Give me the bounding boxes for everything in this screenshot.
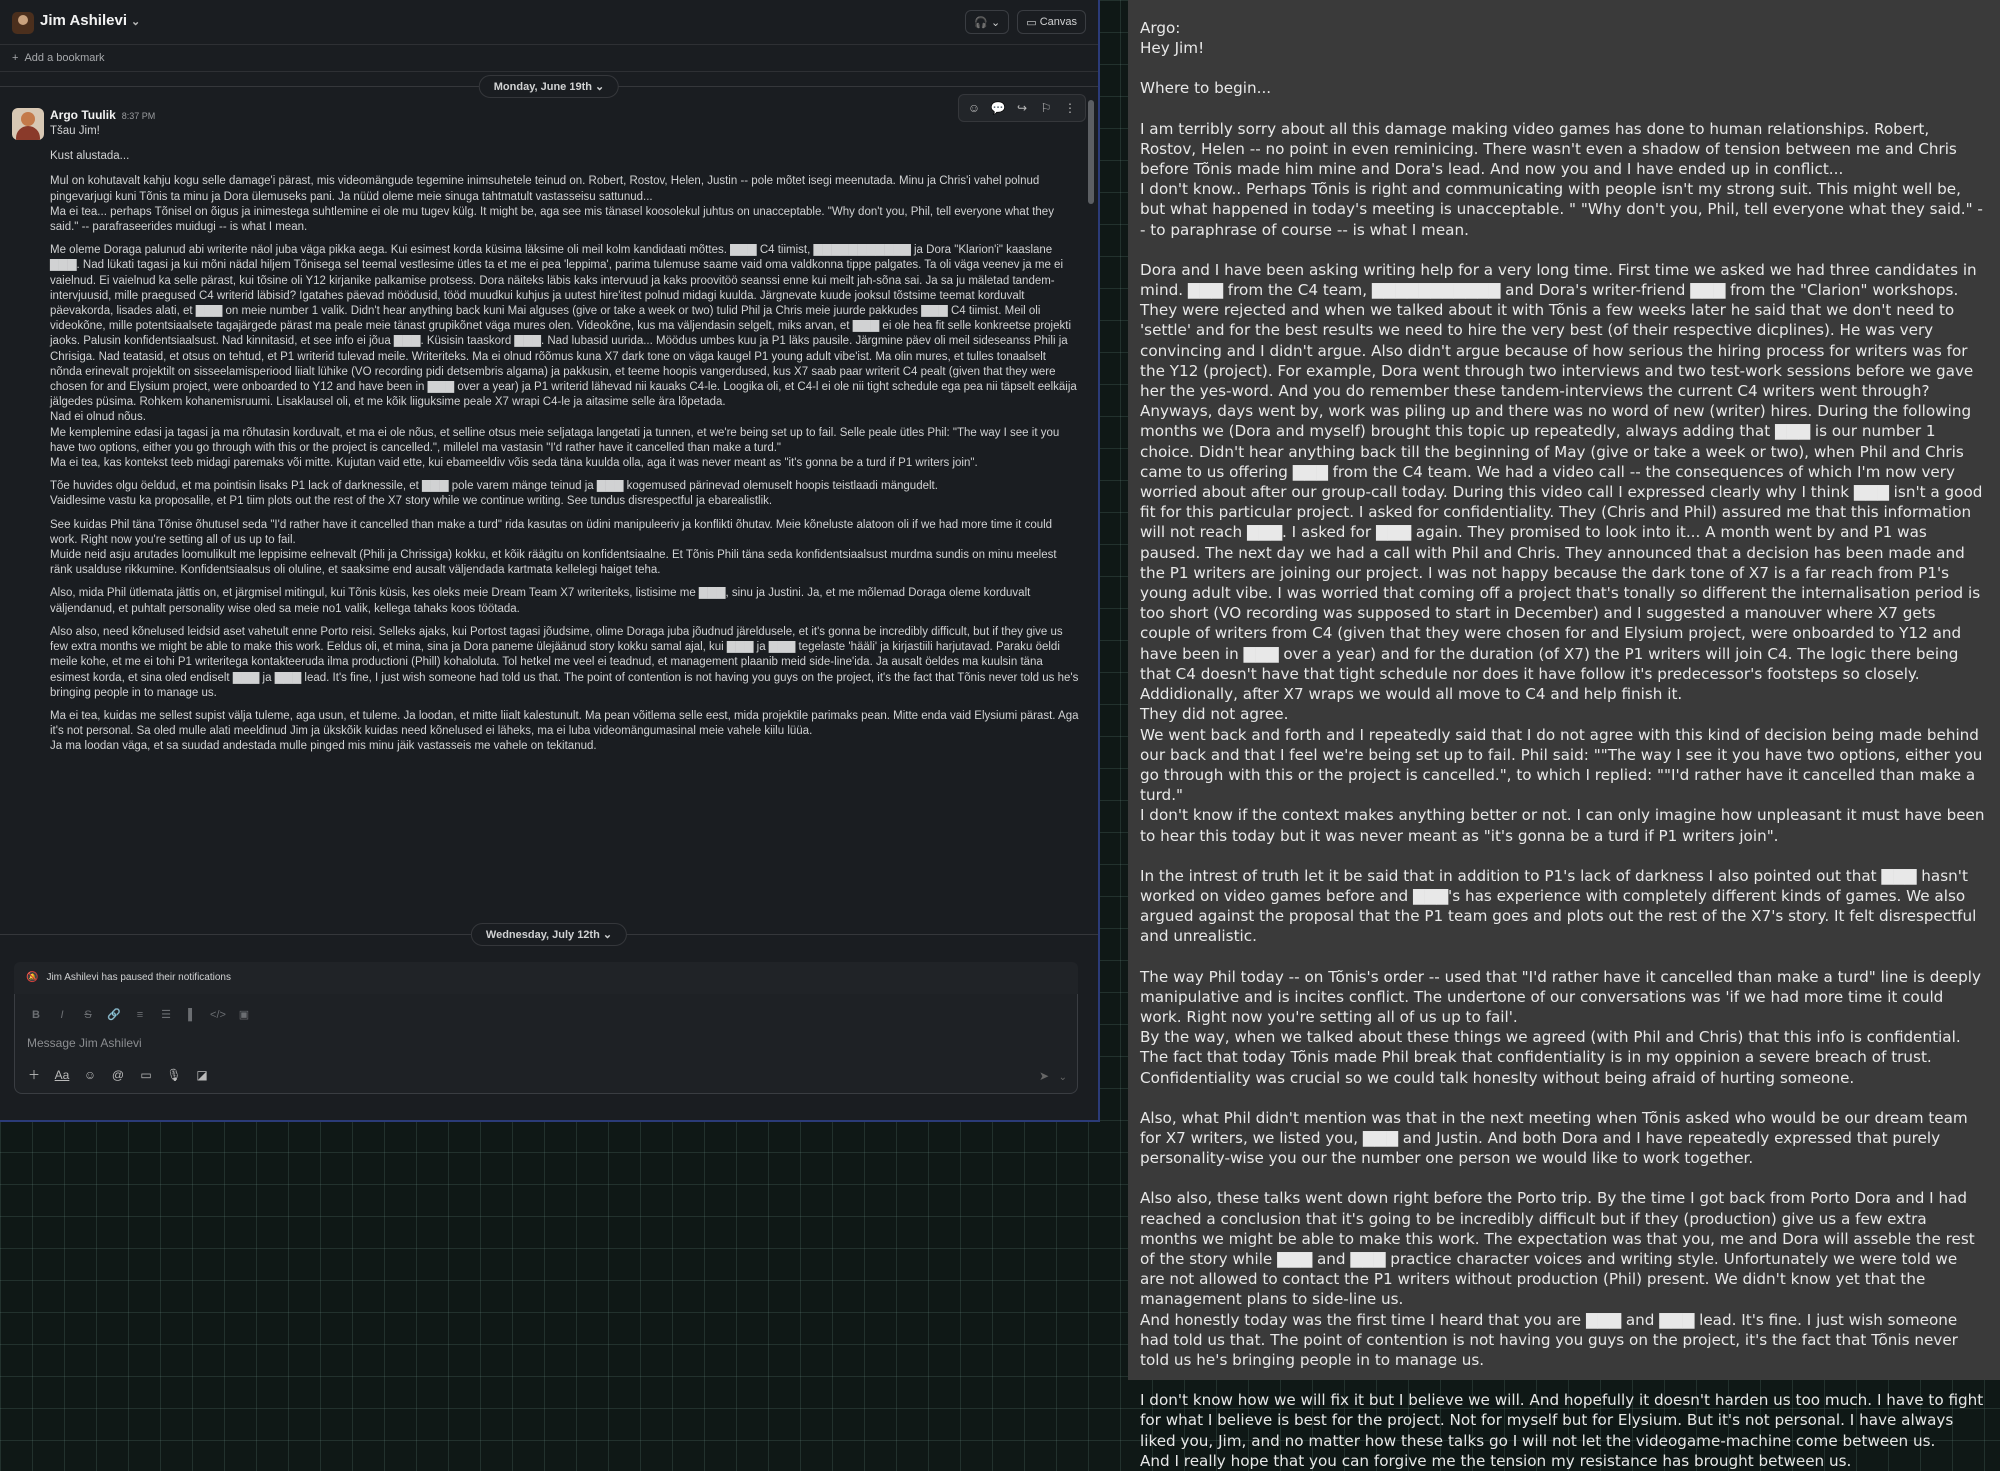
date-divider: Monday, June 19th ⌄ [0, 72, 1098, 100]
slack-window: Jim Ashilevi ⌄ 🎧 ⌄ ▭ Canvas + Add a bookma… [0, 0, 1100, 1122]
message-author[interactable]: Argo Tuulik [50, 108, 116, 122]
code-block-icon[interactable]: ▣ [233, 1006, 255, 1024]
message-time[interactable]: 8:37 PM [122, 111, 156, 121]
notifications-paused-notice: 🔕 Jim Ashilevi has paused their notificat… [14, 962, 1078, 994]
composer-toolbar: ＋ Aa ☺ @ ▭ 🎙 ◪ [23, 1065, 213, 1085]
mention-icon[interactable]: @ [107, 1065, 129, 1085]
translation-paragraph: The way Phil today -- on Tõnis's order -… [1140, 967, 1981, 1087]
date-pill[interactable]: Wednesday, July 12th ⌄ [470, 923, 628, 946]
message-paragraph: Tõe huvides olgu öeldud, et ma pointisin… [50, 480, 938, 508]
chevron-down-icon: ⌄ [991, 16, 1001, 29]
bold-icon[interactable]: B [25, 1006, 47, 1024]
send-icon[interactable]: ➤ [1039, 1069, 1049, 1083]
translation-paragraph: I don't know how we will fix it but I be… [1140, 1391, 1984, 1470]
add-bookmark-link[interactable]: + Add a bookmark [0, 45, 1098, 72]
more-actions-icon[interactable]: ⋮ [1059, 98, 1081, 118]
translation-paragraph: Argo: Hey Jim! [1140, 19, 1205, 58]
date-divider: Wednesday, July 12th ⌄ [0, 920, 1098, 948]
share-icon[interactable]: ↪ [1011, 98, 1033, 118]
canvas-button[interactable]: ▭ Canvas [1017, 10, 1086, 34]
huddle-button[interactable]: 🎧 ⌄ [965, 10, 1010, 34]
message-paragraph: Mul on kohutavalt kahju kogu selle damag… [50, 175, 1054, 234]
message-paragraph: Kust alustada... [50, 150, 130, 163]
headphones-icon: 🎧 [974, 16, 988, 29]
bell-off-icon: 🔕 [26, 972, 39, 983]
avatar[interactable] [12, 12, 34, 34]
translation-paragraph: I am terribly sorry about all this damag… [1140, 119, 1983, 239]
translation-paragraph: Also also, these talks went down right b… [1140, 1189, 1975, 1369]
message-paragraph: Me oleme Doraga palunud abi writerite nä… [50, 244, 1077, 470]
message-paragraph: Tšau Jim! [50, 125, 100, 137]
canvas-icon: ▭ [1026, 16, 1037, 29]
message-paragraph: Also, mida Phil ütlemata jättis on, et j… [50, 587, 1031, 615]
link-icon[interactable]: 🔗 [103, 1006, 125, 1024]
message-composer[interactable]: B I S 🔗 ≡ ☰ ▌ </> ▣ Message Jim Ashilevi… [14, 994, 1078, 1094]
code-icon[interactable]: </> [207, 1006, 229, 1024]
message: ☺ 💬 ↪ ⚐ ⋮ Argo Tuulik 8:37 PM Tšau Jim! K… [0, 94, 1098, 755]
ordered-list-icon[interactable]: ≡ [129, 1006, 151, 1024]
video-icon[interactable]: ▭ [135, 1065, 157, 1085]
shortcut-icon[interactable]: ◪ [191, 1065, 213, 1085]
bookmark-label: Add a bookmark [24, 52, 105, 64]
blockquote-icon[interactable]: ▌ [181, 1006, 203, 1024]
message-actions: ☺ 💬 ↪ ⚐ ⋮ [958, 94, 1086, 122]
notice-text: Jim Ashilevi has paused their notificati… [46, 972, 231, 983]
channel-title[interactable]: Jim Ashilevi ⌄ [40, 12, 140, 29]
italic-icon[interactable]: I [51, 1006, 73, 1024]
translation-paragraph: Dora and I have been asking writing help… [1140, 260, 1985, 845]
microphone-icon[interactable]: 🎙 [163, 1065, 185, 1085]
translation-paragraph: Also, what Phil didn't mention was that … [1140, 1108, 1968, 1168]
bullet-list-icon[interactable]: ☰ [155, 1006, 177, 1024]
canvas-label: Canvas [1039, 16, 1077, 28]
date-pill[interactable]: Monday, June 19th ⌄ [478, 75, 620, 98]
translation-paragraph: In the intrest of truth let it be said t… [1140, 866, 1977, 946]
chevron-down-icon[interactable]: ⌄ [1059, 1072, 1067, 1083]
translation-document: Argo: Hey Jim! Where to begin... I am te… [1128, 0, 2000, 1470]
format-toolbar: B I S 🔗 ≡ ☰ ▌ </> ▣ [25, 1006, 255, 1024]
channel-title-text: Jim Ashilevi [40, 12, 127, 29]
conversation-header: Jim Ashilevi ⌄ 🎧 ⌄ ▭ Canvas [0, 0, 1098, 45]
strikethrough-icon[interactable]: S [77, 1006, 99, 1024]
scrollbar[interactable] [1088, 100, 1094, 204]
message-paragraph: See kuidas Phil täna Tõnise õhutusel sed… [50, 518, 1057, 577]
date-label: Monday, June 19th [493, 81, 592, 93]
message-input[interactable]: Message Jim Ashilevi [27, 1036, 142, 1050]
message-paragraph: Also also, need kõnelused leidsid aset v… [50, 625, 1079, 699]
date-label: Wednesday, July 12th [485, 929, 600, 941]
chevron-down-icon: ⌄ [130, 16, 141, 28]
plus-icon: + [12, 52, 19, 64]
emoji-icon[interactable]: ☺ [79, 1065, 101, 1085]
add-reaction-icon[interactable]: ☺ [963, 98, 985, 118]
avatar[interactable] [12, 108, 44, 140]
translation-paragraph: Where to begin... [1140, 79, 1272, 98]
reply-thread-icon[interactable]: 💬 [987, 98, 1009, 118]
text-format-icon[interactable]: Aa [51, 1065, 73, 1085]
plus-icon[interactable]: ＋ [23, 1065, 45, 1085]
message-body: Tšau Jim! Kust alustada... Mul on kohuta… [50, 124, 1080, 755]
message-paragraph: Ma ei tea, kuidas me sellest supist välj… [50, 709, 1079, 753]
bookmark-icon[interactable]: ⚐ [1035, 98, 1057, 118]
